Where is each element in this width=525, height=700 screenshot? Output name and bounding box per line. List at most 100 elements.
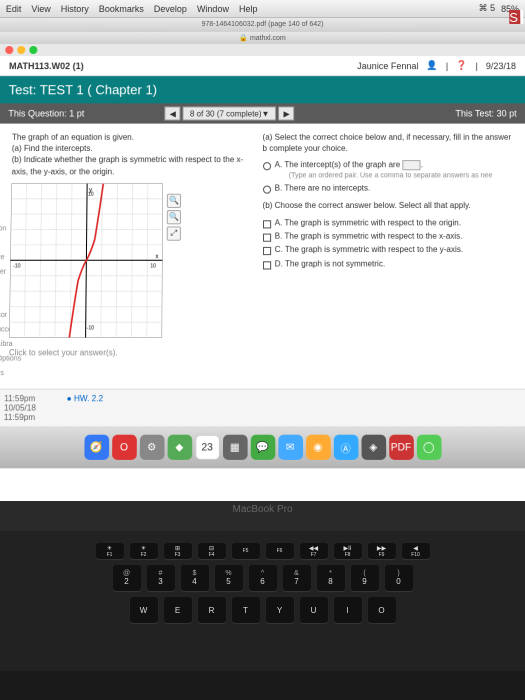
number-key[interactable]: @2	[113, 565, 141, 591]
checkbox-icon[interactable]	[263, 247, 271, 255]
page-date: 9/23/18	[486, 61, 516, 71]
number-key[interactable]: ^6	[249, 565, 277, 591]
dock-safari-icon[interactable]: 🧭	[84, 435, 109, 460]
minimize-icon[interactable]	[17, 46, 25, 54]
fn-key[interactable]: ◀◀F7	[300, 543, 328, 559]
number-key[interactable]: $4	[181, 565, 209, 591]
menu-bookmarks[interactable]: Bookmarks	[99, 3, 144, 13]
dock-mail-icon[interactable]: ✉	[278, 435, 303, 460]
graph-plot[interactable]: yx 10-10 -1010 🔍 🔍 ⤢	[9, 183, 163, 337]
dock-pdf-icon[interactable]: PDF	[389, 435, 414, 460]
checkbox-icon[interactable]	[263, 220, 271, 228]
menu-history[interactable]: History	[61, 3, 89, 13]
letter-key[interactable]: I	[334, 597, 362, 623]
fn-key[interactable]: ▶▶F9	[368, 543, 396, 559]
radio-option-b[interactable]: B. There are no intercepts.	[263, 183, 514, 194]
fn-key[interactable]: ⊞F3	[164, 543, 192, 559]
letter-key[interactable]: T	[232, 597, 260, 623]
dock-messages-icon[interactable]: 💬	[250, 435, 275, 460]
fn-key[interactable]: ☀F2	[130, 543, 158, 559]
dock-app-icon[interactable]: ◈	[361, 435, 386, 460]
number-key[interactable]: (9	[351, 565, 379, 591]
checkbox-option-d[interactable]: D. The graph is not symmetric.	[263, 259, 515, 270]
checkbox-icon[interactable]	[263, 261, 271, 269]
fn-key[interactable]: F5	[232, 543, 260, 559]
test-title: Test: TEST 1 ( Chapter 1)	[9, 82, 158, 97]
maximize-icon[interactable]	[29, 46, 37, 54]
letter-key[interactable]: U	[300, 597, 328, 623]
macos-dock: 🧭 O ⚙ ◆ 23 ▦ 💬 ✉ ◉ Ⓐ ◈ PDF ◯	[0, 426, 525, 468]
number-key[interactable]: %5	[215, 565, 243, 591]
course-code: MATH113.W02 (1)	[9, 61, 84, 71]
fn-key[interactable]: ◀F10	[402, 543, 430, 559]
fn-key[interactable]: ⊟F4	[198, 543, 226, 559]
checkbox-option-b[interactable]: B. The graph is symmetric with respect t…	[263, 231, 515, 242]
question-selector[interactable]: 8 of 30 (7 complete) ▼	[183, 106, 277, 120]
letter-key[interactable]: Y	[266, 597, 294, 623]
fn-key[interactable]: ☀F1	[96, 543, 124, 559]
question-content: onretercorucceLibraOptionsns The graph o…	[0, 124, 525, 389]
domain-bar: 🔒 mathxl.com	[0, 32, 525, 44]
dock-app-icon[interactable]: ◆	[167, 435, 192, 460]
url-bar[interactable]: 978-1464106032.pdf (page 140 of 642)	[0, 18, 525, 32]
menu-view[interactable]: View	[31, 3, 50, 13]
svg-text:10: 10	[88, 191, 94, 197]
hw-link[interactable]: HW. 2.2	[74, 394, 103, 403]
number-key[interactable]: &7	[283, 565, 311, 591]
question-points: This Question: 1 pt	[8, 108, 84, 118]
test-points: This Test: 30 pt	[455, 108, 516, 118]
menu-help[interactable]: Help	[239, 3, 258, 13]
menu-develop[interactable]: Develop	[154, 3, 187, 13]
number-key[interactable]: )0	[385, 565, 413, 591]
radio-icon[interactable]	[263, 186, 271, 194]
checkbox-icon[interactable]	[263, 234, 271, 242]
window-controls	[0, 44, 525, 56]
question-prompt: The graph of an equation is given. (a) F…	[11, 132, 252, 177]
dock-app-icon[interactable]: O	[112, 435, 137, 460]
next-question-button[interactable]: ▶	[279, 106, 295, 120]
letter-key[interactable]: E	[164, 597, 192, 623]
prev-question-button[interactable]: ◀	[165, 106, 181, 120]
assignment-footer: 11:59pm10/05/1811:59pm ● HW. 2.2	[0, 389, 525, 427]
user-icon: 👤	[426, 60, 437, 71]
number-key[interactable]: *8	[317, 565, 345, 591]
svg-text:-10: -10	[13, 263, 21, 269]
number-key[interactable]: #3	[147, 565, 175, 591]
letter-key[interactable]: R	[198, 597, 226, 623]
user-name: Jaunice Fennal	[357, 61, 418, 71]
checkbox-option-c[interactable]: C. The graph is symmetric with respect t…	[263, 245, 515, 256]
dock-app-icon[interactable]: ◯	[416, 435, 441, 460]
dock-settings-icon[interactable]: ⚙	[139, 435, 164, 460]
part-b-prompt: (b) Choose the correct answer below. Sel…	[263, 200, 515, 211]
fn-key[interactable]: ▶IIF8	[334, 543, 362, 559]
zoom-out-icon[interactable]: 🔍	[167, 210, 181, 224]
radio-option-a[interactable]: A. The intercept(s) of the graph are . (…	[263, 160, 514, 180]
dock-calendar-icon[interactable]: 23	[195, 435, 220, 460]
click-select-hint: Click to select your answer(s).	[9, 348, 253, 357]
letter-key[interactable]: W	[130, 597, 158, 623]
macos-menubar: Edit View History Bookmarks Develop Wind…	[0, 0, 525, 18]
close-icon[interactable]	[5, 46, 13, 54]
test-title-bar: Test: TEST 1 ( Chapter 1) S	[0, 76, 525, 103]
fn-key[interactable]: F6	[266, 543, 294, 559]
letter-key[interactable]: O	[368, 597, 396, 623]
expand-icon[interactable]: ⤢	[167, 226, 181, 240]
question-nav-bar: This Question: 1 pt ◀ 8 of 30 (7 complet…	[0, 103, 525, 123]
intercept-input[interactable]	[402, 160, 420, 170]
zoom-in-icon[interactable]: 🔍	[167, 193, 181, 207]
dock-appstore-icon[interactable]: Ⓐ	[333, 435, 358, 460]
side-flag: S	[509, 10, 523, 24]
svg-text:-10: -10	[87, 325, 95, 331]
checkbox-option-a[interactable]: A. The graph is symmetric with respect t…	[263, 218, 515, 229]
status-icons: ⌘ 5	[479, 3, 496, 14]
radio-icon[interactable]	[263, 163, 271, 171]
dock-app-icon[interactable]: ▦	[222, 435, 247, 460]
course-header: MATH113.W02 (1) Jaunice Fennal 👤 | ❓ | 9…	[0, 56, 525, 76]
svg-text:10: 10	[150, 263, 156, 269]
dock-app-icon[interactable]: ◉	[306, 435, 331, 460]
part-a-prompt: (a) Select the correct choice below and,…	[263, 132, 514, 155]
svg-text:x: x	[155, 254, 158, 260]
menu-window[interactable]: Window	[197, 3, 229, 13]
menu-edit[interactable]: Edit	[6, 3, 22, 13]
help-icon[interactable]: ❓	[456, 60, 467, 71]
